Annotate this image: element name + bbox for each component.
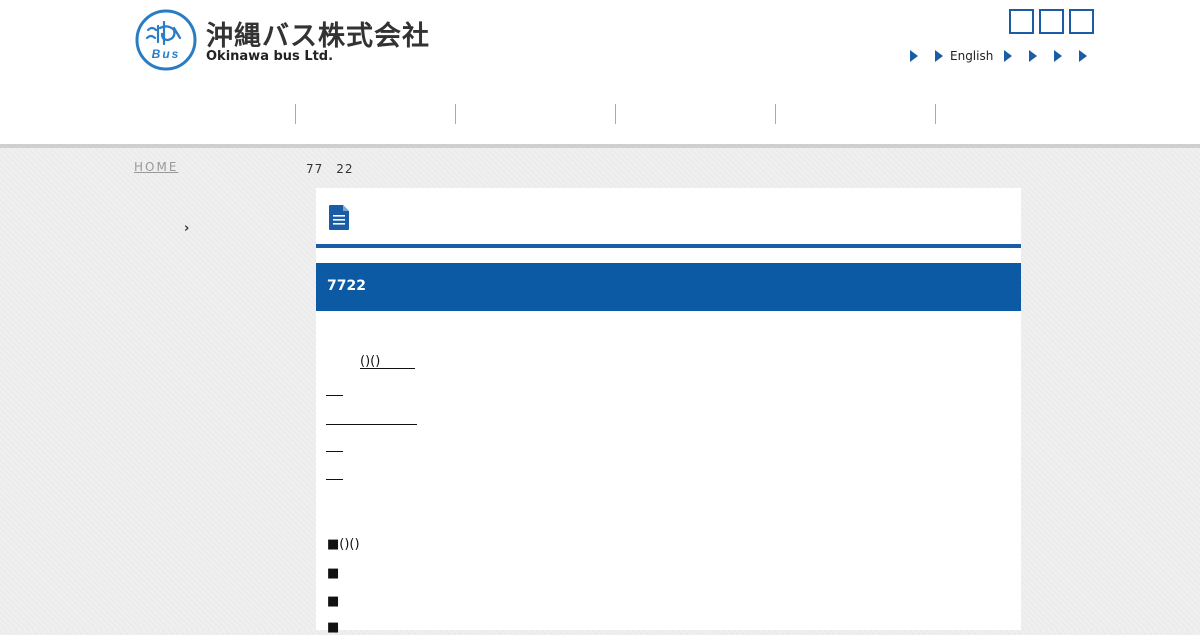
content-link-3[interactable]	[326, 424, 417, 425]
global-nav-item-4[interactable]	[616, 96, 775, 132]
util-link-1-arrow-icon[interactable]	[910, 50, 918, 62]
header-divider	[0, 144, 1200, 148]
english-link-arrow-icon	[935, 50, 943, 62]
global-nav-item-2[interactable]	[296, 96, 455, 132]
content-link-5[interactable]	[326, 479, 343, 480]
util-link-3-arrow-icon[interactable]	[1029, 50, 1037, 62]
font-size-small-button[interactable]	[1009, 9, 1034, 34]
content-link-4[interactable]	[326, 451, 343, 452]
breadcrumb-current: 77 22	[202, 162, 354, 176]
content-link-1-underline[interactable]	[360, 368, 415, 369]
list-item: ■()()	[327, 537, 360, 552]
page-title-bar: 7722	[316, 263, 1021, 311]
okinawa-bus-logo[interactable]: Bus	[134, 8, 198, 72]
util-link-4-arrow-icon[interactable]	[1054, 50, 1062, 62]
global-nav-item-6[interactable]	[936, 96, 1066, 132]
list-item: ■	[327, 566, 340, 581]
company-name-en: Okinawa bus Ltd.	[206, 49, 334, 64]
english-link[interactable]: English	[950, 49, 993, 63]
global-nav-item-1[interactable]	[135, 96, 295, 132]
font-size-medium-button[interactable]	[1039, 9, 1064, 34]
main-content: 7722 ()() ■()() ■ ■ ■	[316, 188, 1021, 635]
document-icon	[329, 205, 349, 230]
breadcrumb-home-link[interactable]: HOME	[134, 160, 178, 174]
company-name-ja: 沖縄バス株式会社	[206, 21, 430, 52]
list-item: ■	[327, 620, 340, 635]
page-title: 7722	[327, 278, 366, 294]
content-header-rule	[316, 244, 1021, 248]
content-link-2[interactable]	[326, 395, 343, 396]
font-size-large-button[interactable]	[1069, 9, 1094, 34]
content-link-1[interactable]: ()()	[360, 354, 380, 369]
chevron-right-icon: ›	[184, 221, 190, 236]
logo-text: Bus	[152, 47, 181, 61]
util-link-2-arrow-icon[interactable]	[1004, 50, 1012, 62]
sidebar-item-3[interactable]	[202, 280, 283, 299]
global-nav-item-5[interactable]	[776, 96, 935, 132]
global-nav-item-3[interactable]	[456, 96, 615, 132]
site-header: Bus 沖縄バス株式会社 Okinawa bus Ltd. English	[0, 0, 1200, 144]
util-link-5-arrow-icon[interactable]	[1079, 50, 1087, 62]
list-item: ■	[327, 594, 340, 609]
